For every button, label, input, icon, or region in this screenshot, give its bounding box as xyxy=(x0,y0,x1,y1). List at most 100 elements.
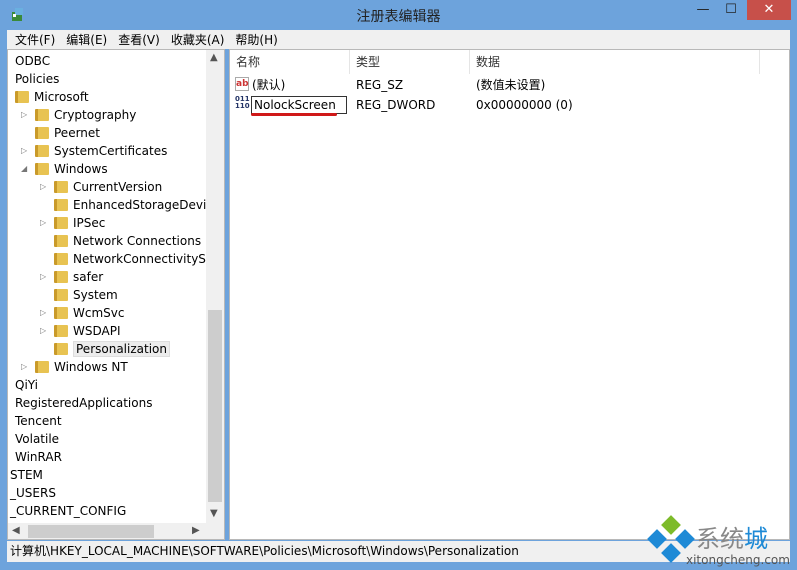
folder-icon xyxy=(35,109,49,121)
tree-node-label: Volatile xyxy=(15,432,60,446)
annotation-underline xyxy=(251,113,337,116)
tree-node-label: Windows NT xyxy=(54,360,128,374)
tree-horizontal-scrollbar[interactable]: ◀ ▶ xyxy=(8,523,224,539)
svg-text:xitongcheng.com: xitongcheng.com xyxy=(686,553,790,567)
column-header-name[interactable]: 名称 xyxy=(230,50,350,74)
binary-value-icon: 011 110 xyxy=(235,95,250,110)
folder-icon xyxy=(35,127,49,139)
tree-node-label: Microsoft xyxy=(34,90,89,104)
tree-node[interactable]: Microsoft xyxy=(15,88,89,106)
expand-arrow-icon[interactable]: ▷ xyxy=(40,178,46,196)
value-name: (默认) xyxy=(252,78,286,92)
tree-node-label: safer xyxy=(73,270,104,284)
tree-node[interactable]: ▷ WSDAPI xyxy=(40,322,121,340)
tree-node-label: ODBC xyxy=(15,54,51,68)
tree-node[interactable]: _CURRENT_CONFIG xyxy=(10,502,126,520)
values-list: 名称 类型 数据 ab (默认) REG_SZ (数值未设置) 011 110 N… xyxy=(229,49,790,540)
expand-arrow-icon[interactable]: ▷ xyxy=(21,106,27,124)
svg-text:系统城: 系统城 xyxy=(696,525,768,553)
tree-node-label: STEM xyxy=(10,468,43,482)
tree-node-label: WinRAR xyxy=(15,450,62,464)
tree-node[interactable]: ▷ Windows NT xyxy=(21,358,128,376)
tree-node-label: WcmSvc xyxy=(73,306,125,320)
folder-icon xyxy=(54,235,68,247)
tree-node[interactable]: STEM xyxy=(10,466,43,484)
folder-icon xyxy=(54,181,68,193)
rename-value-input[interactable]: NolockScreen xyxy=(251,96,347,114)
tree-node-label: _USERS xyxy=(10,486,56,500)
folder-icon xyxy=(54,217,68,229)
folder-icon xyxy=(54,307,68,319)
scrollbar-thumb[interactable] xyxy=(28,525,154,538)
column-header-type[interactable]: 类型 xyxy=(350,50,470,74)
scroll-right-icon[interactable]: ▶ xyxy=(192,525,200,536)
menu-item[interactable]: 文件(F) xyxy=(15,31,55,48)
folder-icon xyxy=(54,289,68,301)
tree-node[interactable]: Volatile xyxy=(15,430,59,448)
tree-node[interactable]: _USERS xyxy=(10,484,56,502)
menu-item[interactable]: 编辑(E) xyxy=(66,31,107,48)
tree-node[interactable]: Personalization xyxy=(54,340,170,358)
tree-node-label: QiYi xyxy=(15,378,39,392)
tree-node[interactable]: EnhancedStorageDevic xyxy=(54,196,213,214)
menu-item[interactable]: 收藏夹(A) xyxy=(171,31,225,48)
folder-icon xyxy=(35,361,49,373)
tree-node[interactable]: System xyxy=(54,286,118,304)
tree-node-label: WSDAPI xyxy=(73,324,121,338)
scroll-up-icon[interactable]: ▲ xyxy=(210,52,218,63)
tree-node-label: SystemCertificates xyxy=(54,144,168,158)
tree-node[interactable]: Network Connections xyxy=(54,232,201,250)
tree-node[interactable]: Tencent xyxy=(15,412,62,430)
menu-bar: 文件(F) 编辑(E) 查看(V) 收藏夹(A) 帮助(H) xyxy=(7,30,790,49)
close-button[interactable]: ✕ xyxy=(747,0,791,20)
menu-item[interactable]: 帮助(H) xyxy=(235,31,277,48)
tree-node[interactable]: RegisteredApplications xyxy=(15,394,152,412)
tree-node[interactable]: ▷ WcmSvc xyxy=(40,304,125,322)
string-value-icon: ab xyxy=(235,77,249,91)
tree-node-label: IPSec xyxy=(73,216,106,230)
window-title: 注册表编辑器 xyxy=(356,9,441,25)
tree-vertical-scrollbar[interactable]: ▲ ▼ xyxy=(206,50,224,523)
tree-node[interactable]: ◢ Windows xyxy=(21,160,108,178)
collapse-arrow-icon[interactable]: ◢ xyxy=(21,160,27,178)
minimize-button[interactable]: — xyxy=(689,0,717,20)
column-header-data[interactable]: 数据 xyxy=(470,50,760,74)
scrollbar-thumb[interactable] xyxy=(208,310,222,502)
tree-node[interactable]: ▷ IPSec xyxy=(40,214,106,232)
watermark-logo: 系统城 xitongcheng.com xyxy=(644,515,794,567)
tree-node-label: Policies xyxy=(15,72,60,86)
tree-node[interactable]: Peernet xyxy=(35,124,100,142)
scroll-left-icon[interactable]: ◀ xyxy=(12,525,20,536)
value-type: REG_DWORD xyxy=(356,98,436,112)
menu-item[interactable]: 查看(V) xyxy=(118,31,160,48)
expand-arrow-icon[interactable]: ▷ xyxy=(40,214,46,232)
expand-arrow-icon[interactable]: ▷ xyxy=(40,304,46,322)
tree-node-label: Windows xyxy=(54,162,108,176)
tree-node-label: _CURRENT_CONFIG xyxy=(10,504,127,518)
tree-node[interactable]: WinRAR xyxy=(15,448,62,466)
tree-node[interactable]: ▷ SystemCertificates xyxy=(21,142,168,160)
folder-icon xyxy=(54,325,68,337)
expand-arrow-icon[interactable]: ▷ xyxy=(40,322,46,340)
tree-node-label: RegisteredApplications xyxy=(15,396,153,410)
value-data: 0x00000000 (0) xyxy=(476,98,573,112)
folder-icon xyxy=(54,253,68,265)
folder-icon xyxy=(54,271,68,283)
tree-node[interactable]: ▷ safer xyxy=(40,268,104,286)
tree-node[interactable]: QiYi xyxy=(15,376,38,394)
expand-arrow-icon[interactable]: ▷ xyxy=(21,142,27,160)
tree-node[interactable]: Policies xyxy=(15,70,59,88)
tree-node-label: Tencent xyxy=(15,414,62,428)
expand-arrow-icon[interactable]: ▷ xyxy=(40,268,46,286)
tree-node[interactable]: NetworkConnectivitySta xyxy=(54,250,218,268)
value-data: (数值未设置) xyxy=(476,78,546,92)
folder-icon xyxy=(54,199,68,211)
expand-arrow-icon[interactable]: ▷ xyxy=(21,358,27,376)
maximize-button[interactable]: ☐ xyxy=(717,0,745,20)
scroll-down-icon[interactable]: ▼ xyxy=(210,508,218,519)
tree-node-label: Cryptography xyxy=(54,108,137,122)
tree-node[interactable]: ▷ Cryptography xyxy=(21,106,137,124)
folder-icon xyxy=(15,91,29,103)
tree-node[interactable]: ▷ CurrentVersion xyxy=(40,178,162,196)
tree-node[interactable]: ODBC xyxy=(15,52,50,70)
